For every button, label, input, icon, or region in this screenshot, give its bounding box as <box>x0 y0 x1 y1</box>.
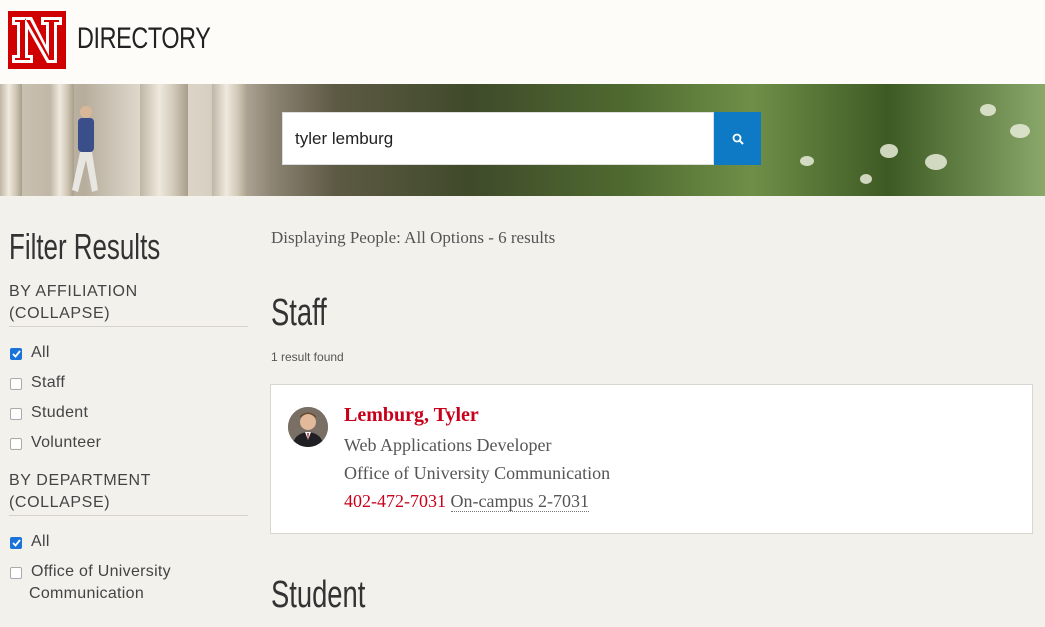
checkbox[interactable] <box>10 378 22 390</box>
affiliation-option-volunteer[interactable]: Volunteer <box>10 432 101 454</box>
search-button[interactable] <box>714 112 761 165</box>
group-title-student: Student <box>271 574 366 616</box>
person-name-link[interactable]: Lemburg, Tyler <box>344 404 479 427</box>
person-contact: 402-472-7031 On-campus 2-7031 <box>344 491 589 512</box>
person-department: Office of University Communication <box>344 463 611 483</box>
checkmark-icon <box>11 539 21 547</box>
search-input[interactable] <box>282 112 714 165</box>
option-label-line2: Communication <box>29 585 145 602</box>
checkbox-checked[interactable] <box>10 348 22 360</box>
department-option-university-communication[interactable]: Office of University Communication <box>10 561 171 605</box>
walking-person-image <box>72 106 98 192</box>
group-title-staff: Staff <box>271 292 327 334</box>
site-title[interactable]: DIRECTORY <box>77 22 211 56</box>
checkbox-checked[interactable] <box>10 537 22 549</box>
result-count: 1 result found <box>271 350 344 364</box>
affiliation-filter-heading[interactable]: BY AFFILIATION (COLLAPSE) <box>9 281 248 327</box>
affiliation-option-student[interactable]: Student <box>10 402 88 424</box>
option-label: Office of University Communication <box>29 561 171 605</box>
option-label: Student <box>31 404 89 421</box>
department-option-all[interactable]: All <box>10 531 50 553</box>
affiliation-heading-text: BY AFFILIATION <box>9 283 138 300</box>
checkbox[interactable] <box>10 438 22 450</box>
department-heading-text: BY DEPARTMENT <box>9 472 152 489</box>
affiliation-collapse-link[interactable]: (COLLAPSE) <box>9 303 248 325</box>
person-photo <box>288 407 328 447</box>
avatar[interactable] <box>288 407 328 447</box>
site-header: DIRECTORY <box>0 0 1045 84</box>
results-summary: Displaying People: All Options - 6 resul… <box>271 228 556 247</box>
filter-results-title: Filter Results <box>9 226 161 267</box>
person-title: Web Applications Developer <box>344 435 552 455</box>
checkmark-icon <box>11 350 21 358</box>
option-label: Volunteer <box>31 434 102 451</box>
affiliation-option-staff[interactable]: Staff <box>10 372 65 394</box>
department-collapse-link[interactable]: (COLLAPSE) <box>9 492 248 514</box>
option-label-line1: Office of University <box>31 563 171 580</box>
option-label: All <box>31 344 50 361</box>
search-icon <box>732 133 744 145</box>
checkbox[interactable] <box>10 567 22 579</box>
phone-link[interactable]: 402-472-7031 <box>344 491 446 511</box>
nebraska-n-logo[interactable] <box>8 11 66 69</box>
search-bar <box>282 112 761 165</box>
person-result-card[interactable]: Lemburg, Tyler Web Applications Develope… <box>270 384 1033 534</box>
option-label: Staff <box>31 374 66 391</box>
affiliation-option-all[interactable]: All <box>10 342 50 364</box>
option-label: All <box>31 533 50 550</box>
checkbox[interactable] <box>10 408 22 420</box>
oncampus-number: On-campus 2-7031 <box>450 491 589 512</box>
department-filter-heading[interactable]: BY DEPARTMENT (COLLAPSE) <box>9 470 248 516</box>
